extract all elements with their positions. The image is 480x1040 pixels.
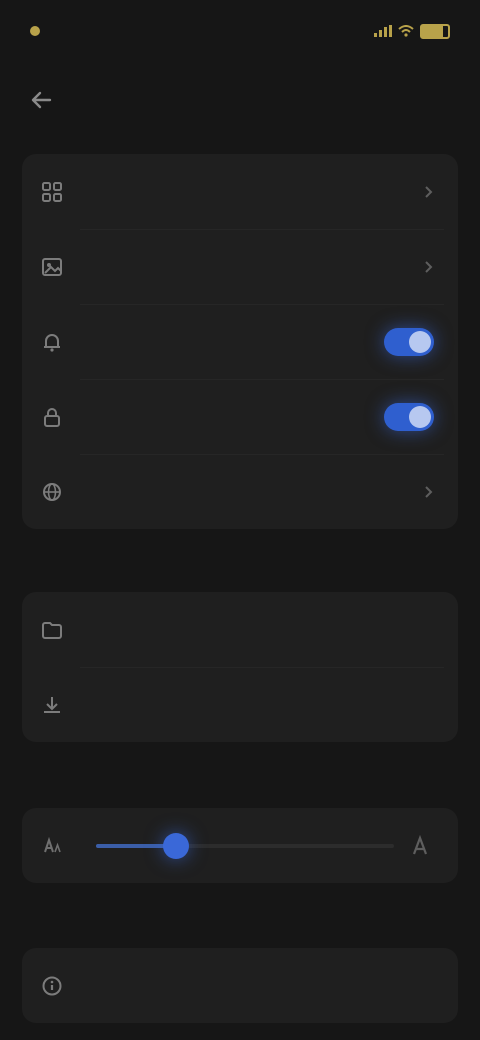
toggle-switch[interactable]: [384, 327, 434, 356]
image-icon: [40, 255, 64, 279]
battery-level: [422, 25, 443, 37]
chevron-right-icon: [424, 185, 434, 199]
status-left: [30, 26, 48, 36]
toggle-knob: [409, 405, 431, 428]
settings-screen: [0, 0, 480, 1040]
settings-row-4[interactable]: [22, 379, 458, 454]
settings-row-1[interactable]: [22, 154, 458, 229]
text-size-icon: [40, 834, 64, 858]
settings-group-main: [22, 154, 458, 529]
settings-row-8[interactable]: [22, 948, 458, 1023]
slider-row: [22, 808, 458, 883]
bell-icon: [40, 330, 64, 354]
settings-group-section-4: [22, 948, 458, 1023]
status-dot-icon: [30, 26, 40, 36]
back-arrow-icon[interactable]: [30, 89, 52, 111]
settings-row-2[interactable]: [22, 229, 458, 304]
settings-group-section-2: [22, 592, 458, 742]
battery-icon: [420, 23, 450, 39]
toggle-switch[interactable]: [384, 402, 434, 431]
settings-row-6[interactable]: [22, 592, 458, 667]
info-icon: [40, 974, 64, 998]
globe-icon: [40, 480, 64, 504]
slider-thumb[interactable]: [163, 832, 190, 859]
status-bar: [30, 14, 450, 48]
settings-row-7[interactable]: [22, 667, 458, 742]
text-size-large-icon: [410, 834, 434, 858]
settings-row-3[interactable]: [22, 304, 458, 379]
wifi-icon: [398, 25, 414, 37]
lock-icon: [40, 405, 64, 429]
slider-track[interactable]: [96, 832, 394, 859]
settings-group-section-3: [22, 808, 458, 883]
status-right: [374, 23, 450, 39]
download-icon: [40, 693, 64, 717]
grid-icon: [40, 180, 64, 204]
header: [30, 80, 450, 120]
toggle-knob: [409, 330, 431, 353]
chevron-right-icon: [424, 260, 434, 274]
signal-icon: [374, 25, 392, 37]
chevron-right-icon: [424, 485, 434, 499]
settings-row-5[interactable]: [22, 454, 458, 529]
folder-icon: [40, 618, 64, 642]
